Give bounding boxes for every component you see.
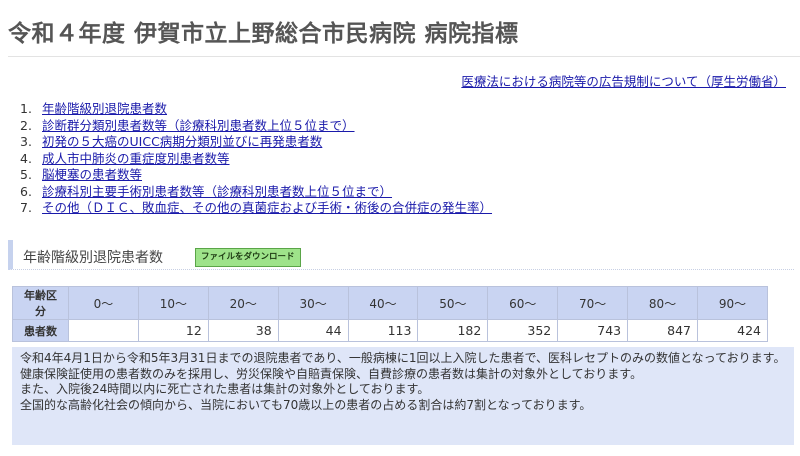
age-group-header: 90～ (697, 286, 768, 320)
advertising-regulation-link[interactable]: 医療法における病院等の広告規制について（厚生労働省） (461, 71, 786, 90)
age-group-header: 70～ (557, 286, 629, 320)
age-group-header: 30～ (277, 286, 349, 320)
age-group-header: 80～ (627, 286, 699, 320)
note-paragraph: また、入院後24時間以内に死亡された患者は集計の対象外としております。 (20, 382, 430, 396)
toc-item: 1. 年齢階級別退院患者数 (20, 101, 492, 118)
toc-link-five-cancers[interactable]: 初発の５大癌のUICC病期分類別並びに再発患者数 (42, 134, 322, 149)
toc-link-other[interactable]: その他（ＤＩＣ、敗血症、その他の真菌症および手術・術後の合併症の発生率） (42, 200, 492, 215)
toc-item: 3. 初発の５大癌のUICC病期分類別並びに再発患者数 (20, 134, 492, 151)
patient-count-cell: 847 (627, 319, 699, 342)
table-of-contents: 1. 年齢階級別退院患者数 2. 診断群分類別患者数等（診療科別患者数上位５位まで）… (20, 101, 492, 217)
toc-item: 2. 診断群分類別患者数等（診療科別患者数上位５位まで） (20, 118, 492, 135)
toc-link-dpc-diagnosis[interactable]: 診断群分類別患者数等（診療科別患者数上位５位まで） (42, 118, 355, 133)
toc-item: 4. 成人市中肺炎の重症度別患者数等 (20, 151, 492, 168)
table-header-row: 年齢区分 0～ 10～ 20～ 30～ 40～ 50～ 60～ 70～ 80～ … (12, 286, 768, 320)
toc-link-cerebral-infarction[interactable]: 脳梗塞の患者数等 (42, 167, 142, 182)
table-header-label: 年齢区分 (12, 286, 69, 320)
patient-count-cell: 424 (697, 319, 768, 342)
toc-item: 6. 診療科別主要手術別患者数等（診療科別患者数上位５位まで） (20, 184, 492, 201)
table-row-label: 患者数 (12, 319, 69, 342)
patient-count-cell: 743 (557, 319, 629, 342)
toc-number: 4. (20, 150, 32, 166)
age-group-table: 年齢区分 0～ 10～ 20～ 30～ 40～ 50～ 60～ 70～ 80～ … (12, 286, 768, 342)
section-header: 年齢階級別退院患者数 ファイルをダウンロード (8, 240, 794, 270)
title-divider (8, 56, 800, 57)
download-file-button[interactable]: ファイルをダウンロード (195, 248, 301, 267)
toc-number: 2. (20, 117, 32, 133)
patient-count-cell: 12 (137, 319, 209, 342)
toc-link-age-group[interactable]: 年齢階級別退院患者数 (42, 101, 167, 116)
patient-count-cell: 38 (207, 319, 279, 342)
toc-number: 5. (20, 167, 32, 182)
toc-link-surgery[interactable]: 診療科別主要手術別患者数等（診療科別患者数上位５位まで） (42, 184, 392, 199)
patient-count-cell (68, 319, 139, 342)
explanation-note: 令和4年4月1日から令和5年3月31日までの退院患者であり、一般病棟に1回以上入… (12, 347, 794, 445)
note-paragraph: 健康保険証使用の患者数のみを採用し、労災保険や自賠責保険、自費診療の患者数は集計… (20, 366, 643, 381)
note-paragraph: 令和4年4月1日から令和5年3月31日までの退院患者であり、一般病棟に1回以上入… (20, 351, 786, 365)
toc-number: 3. (20, 134, 32, 149)
patient-count-cell: 113 (347, 319, 419, 342)
age-group-header: 10～ (137, 286, 209, 320)
page-title: 令和４年度 伊賀市立上野総合市民病院 病院指標 (8, 21, 519, 47)
toc-number: 1. (20, 101, 32, 116)
age-group-header: 50～ (417, 286, 489, 320)
age-group-header: 0～ (68, 286, 139, 320)
table-row: 患者数 12 38 44 113 182 352 743 847 424 (12, 319, 768, 342)
patient-count-cell: 44 (277, 319, 349, 342)
toc-number: 7. (20, 200, 32, 215)
age-group-header: 20～ (207, 286, 279, 320)
patient-count-cell: 182 (417, 319, 489, 342)
age-group-header: 60～ (487, 286, 559, 320)
patient-count-cell: 352 (487, 319, 559, 342)
toc-number: 6. (20, 183, 32, 199)
age-group-header: 40～ (347, 286, 419, 320)
toc-item: 7. その他（ＤＩＣ、敗血症、その他の真菌症および手術・術後の合併症の発生率） (20, 200, 492, 217)
toc-item: 5. 脳梗塞の患者数等 (20, 167, 492, 184)
note-paragraph: 全国的な高齢化社会の傾向から、当院においても70歳以上の患者の占める割合は約7割… (20, 397, 592, 412)
toc-link-pneumonia[interactable]: 成人市中肺炎の重症度別患者数等 (42, 151, 230, 166)
section-title: 年齢階級別退院患者数 (23, 250, 163, 266)
